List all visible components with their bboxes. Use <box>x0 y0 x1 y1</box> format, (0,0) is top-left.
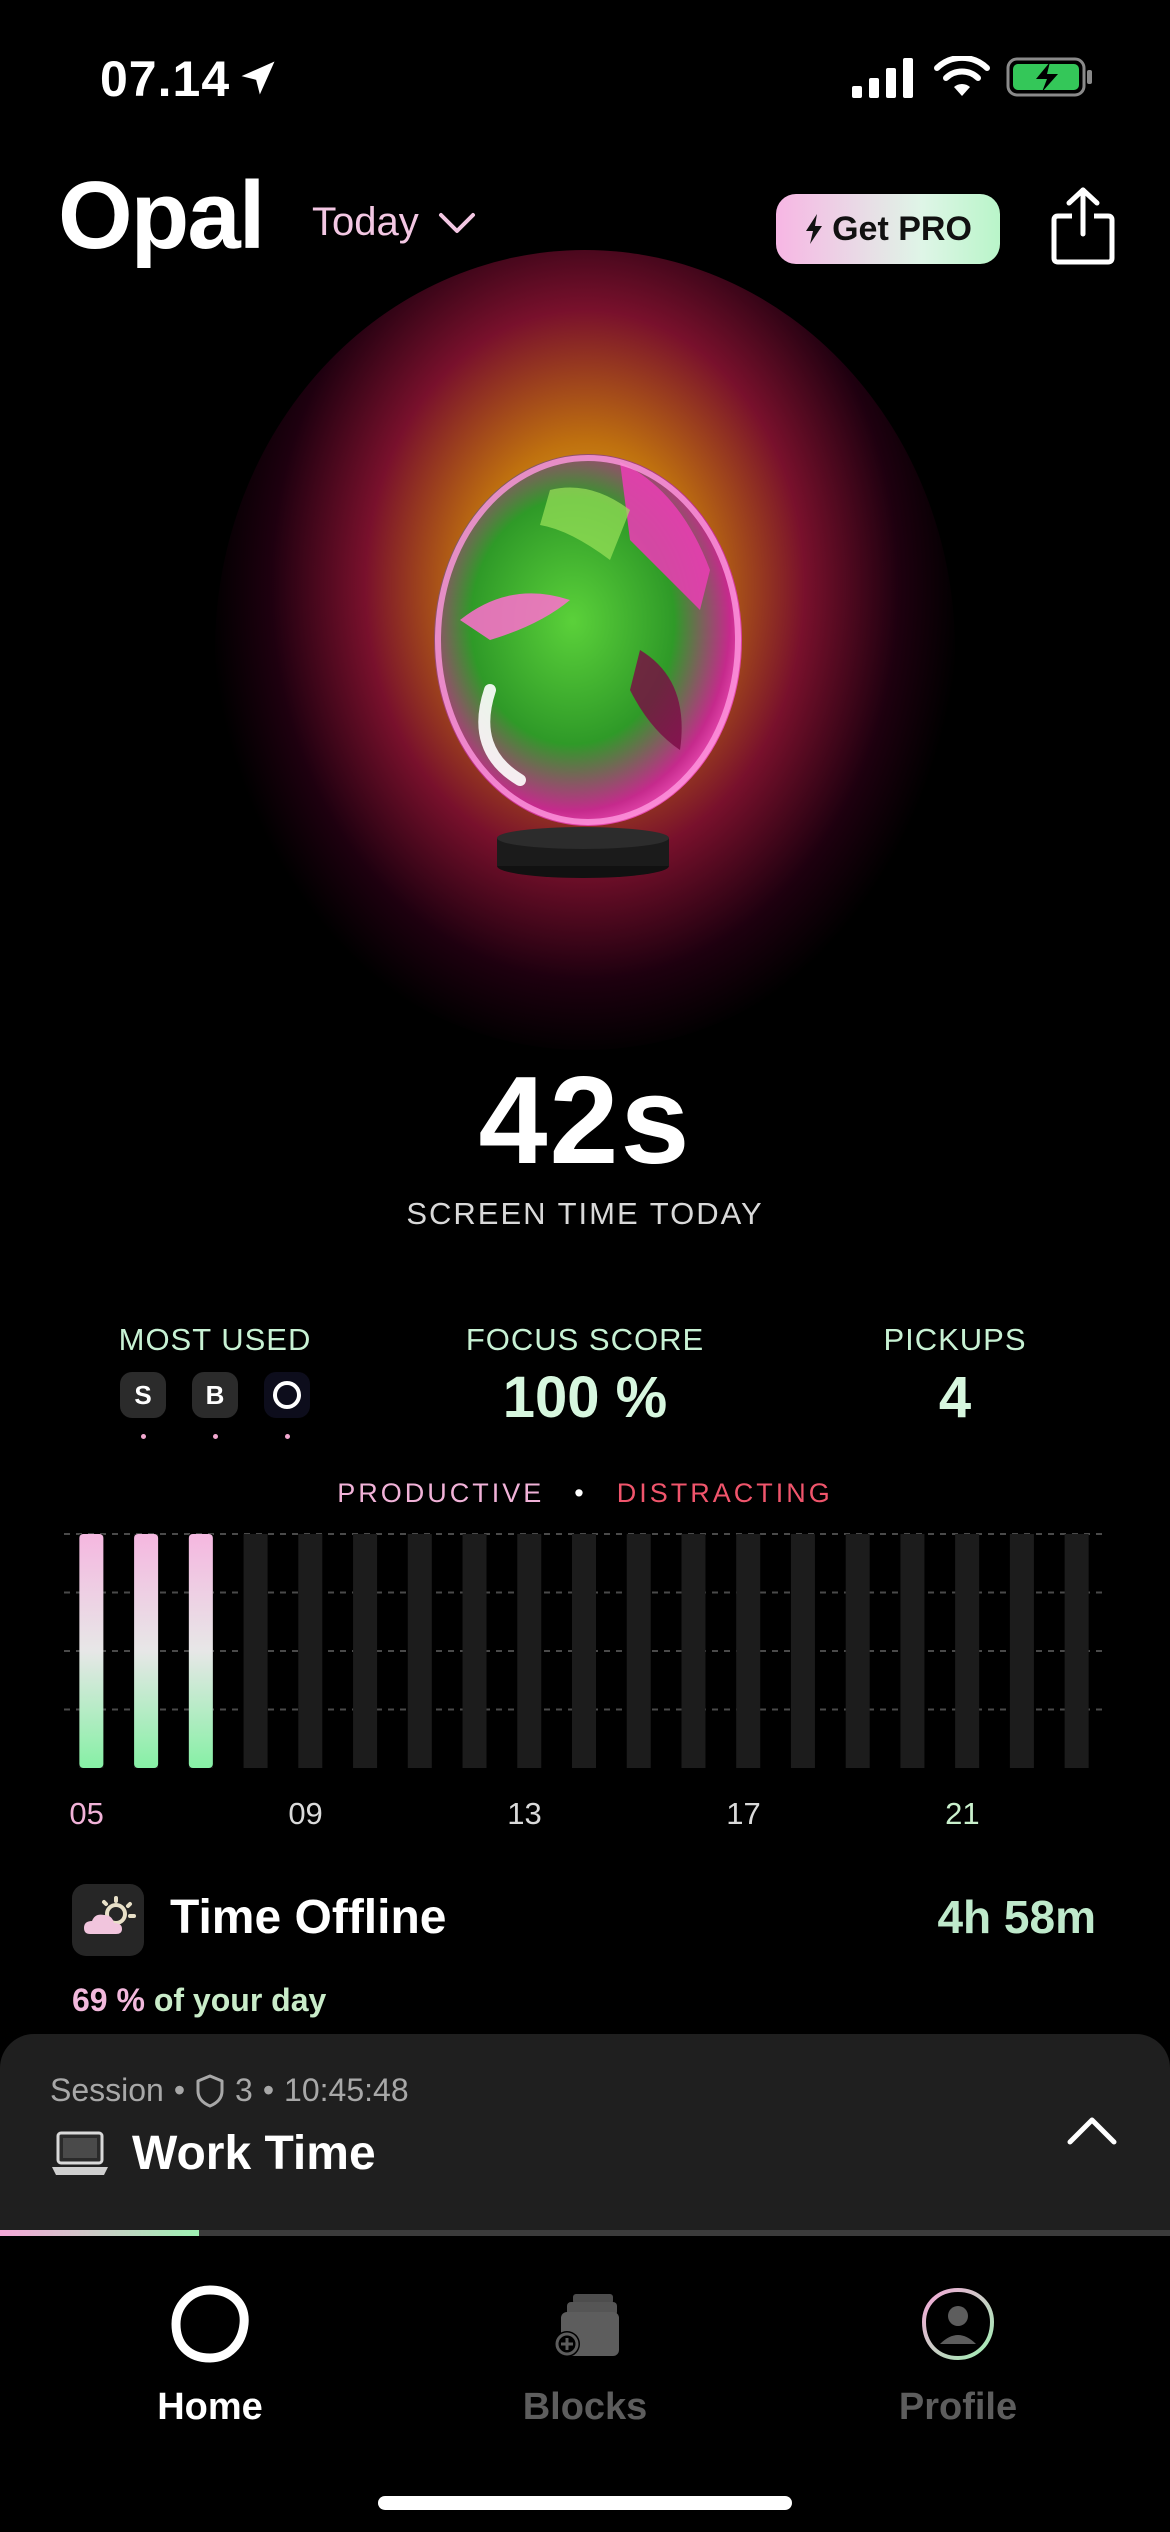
shield-icon <box>196 2074 224 2107</box>
usage-dot <box>141 1434 146 1439</box>
gem-pedestal <box>497 827 669 878</box>
get-pro-button[interactable]: Get PRO <box>776 194 1000 264</box>
chart-tick-label: 17 <box>726 1796 761 1831</box>
share-icon[interactable] <box>1048 186 1118 266</box>
focus-score-value: 100 % <box>502 1365 668 1430</box>
session-title: Work Time <box>50 2126 376 2181</box>
chart-bar-track <box>955 1534 980 1768</box>
tab-blocks[interactable]: Blocks <box>455 2282 715 2429</box>
date-range-label: Today <box>312 200 419 244</box>
chart-bar-track <box>462 1534 487 1768</box>
location-arrow-icon <box>241 61 275 95</box>
usage-dot <box>285 1434 290 1439</box>
most-used-app-s[interactable]: S <box>120 1372 166 1418</box>
home-indicator <box>378 2496 792 2510</box>
time-offline-subtitle: 69 % of your day <box>72 1982 326 2019</box>
legend-productive: PRODUCTIVE <box>337 1478 545 1508</box>
session-timer: 10:45:48 <box>284 2072 409 2108</box>
chevron-down-icon <box>438 212 475 233</box>
most-used-app-b[interactable]: B <box>192 1372 238 1418</box>
battery-charging-icon <box>1006 57 1092 97</box>
hourly-usage-chart <box>64 1533 1104 1768</box>
chart-bar-track <box>298 1534 323 1768</box>
chart-bar-track <box>681 1534 706 1768</box>
wifi-icon <box>934 56 990 96</box>
opal-gem-image <box>434 454 742 826</box>
chart-bar-track <box>900 1534 925 1768</box>
chart-legend: PRODUCTIVE • DISTRACTING <box>0 1478 1170 1509</box>
chart-tick-label: 09 <box>288 1796 323 1831</box>
time-offline-percent: 69 % <box>72 1982 145 2018</box>
chart-bar-track <box>626 1534 651 1768</box>
time-offline-icon-box <box>72 1884 144 1956</box>
opal-logo: Opal <box>58 162 265 269</box>
chart-bar-track <box>517 1534 542 1768</box>
cellular-signal-icon <box>852 58 913 98</box>
pickups-label: PICKUPS <box>883 1322 1027 1357</box>
lightning-icon <box>806 214 823 244</box>
laptop-icon <box>52 2131 108 2175</box>
profile-icon <box>921 2287 995 2361</box>
chart-bar-track <box>572 1534 596 1768</box>
session-prefix: Session <box>50 2072 164 2108</box>
chart-bar-track <box>1009 1534 1034 1768</box>
partly-sunny-icon <box>84 1896 136 1934</box>
chart-tick-label: 13 <box>507 1796 542 1831</box>
home-opal-icon <box>171 2285 249 2363</box>
tab-blocks-label: Blocks <box>522 2386 648 2428</box>
chart-tick-label: 05 <box>69 1796 104 1831</box>
legend-separator: • <box>574 1478 587 1508</box>
legend-distracting: DISTRACTING <box>616 1478 833 1508</box>
usage-dot <box>213 1434 218 1439</box>
tab-home-label: Home <box>157 2386 263 2428</box>
chart-bar-track <box>353 1534 378 1768</box>
blocks-icon <box>554 2294 619 2357</box>
chart-bar-track <box>243 1534 268 1768</box>
chart-bar-track <box>407 1534 432 1768</box>
chart-bar-track <box>736 1534 761 1768</box>
time-offline-rest: of your day <box>153 1982 327 2018</box>
session-count: 3 <box>235 2072 253 2108</box>
most-used-app-opal[interactable] <box>264 1372 310 1418</box>
screen-time-label: SCREEN TIME TODAY <box>406 1196 764 1231</box>
chart-bar-07[interactable] <box>188 1534 213 1768</box>
time-offline-title: Time Offline <box>170 1891 447 1944</box>
opal-app-icon <box>273 1381 301 1409</box>
status-bar: 07.14 <box>0 0 1170 150</box>
get-pro-label: Get PRO <box>832 209 972 248</box>
pickups-value: 4 <box>938 1365 972 1430</box>
chart-bar-track <box>845 1534 870 1768</box>
session-dot: • <box>262 2072 275 2108</box>
session-meta: Session • 3 • 10:45:48 <box>50 2072 409 2109</box>
tab-profile[interactable]: Profile <box>828 2282 1088 2429</box>
chevron-up-icon[interactable] <box>1062 2110 1122 2150</box>
chart-bar-05[interactable] <box>79 1534 104 1768</box>
screen-time-value: 42s <box>478 1052 692 1190</box>
chart-bar-track <box>790 1534 815 1768</box>
chart-bar-track <box>1064 1534 1089 1768</box>
time-offline-value: 4h 58m <box>937 1891 1096 1943</box>
tab-home[interactable]: Home <box>80 2282 340 2429</box>
focus-score-label: FOCUS SCORE <box>465 1322 705 1357</box>
date-range-selector[interactable]: Today <box>312 200 477 245</box>
tab-profile-label: Profile <box>898 2386 1018 2428</box>
chart-tick-label: 21 <box>945 1796 980 1831</box>
status-time: 07.14 <box>100 51 231 107</box>
chart-bar-06[interactable] <box>134 1534 159 1768</box>
session-dot: • <box>173 2072 186 2108</box>
session-name: Work Time <box>132 2127 376 2180</box>
most-used-label: MOST USED <box>118 1322 312 1357</box>
